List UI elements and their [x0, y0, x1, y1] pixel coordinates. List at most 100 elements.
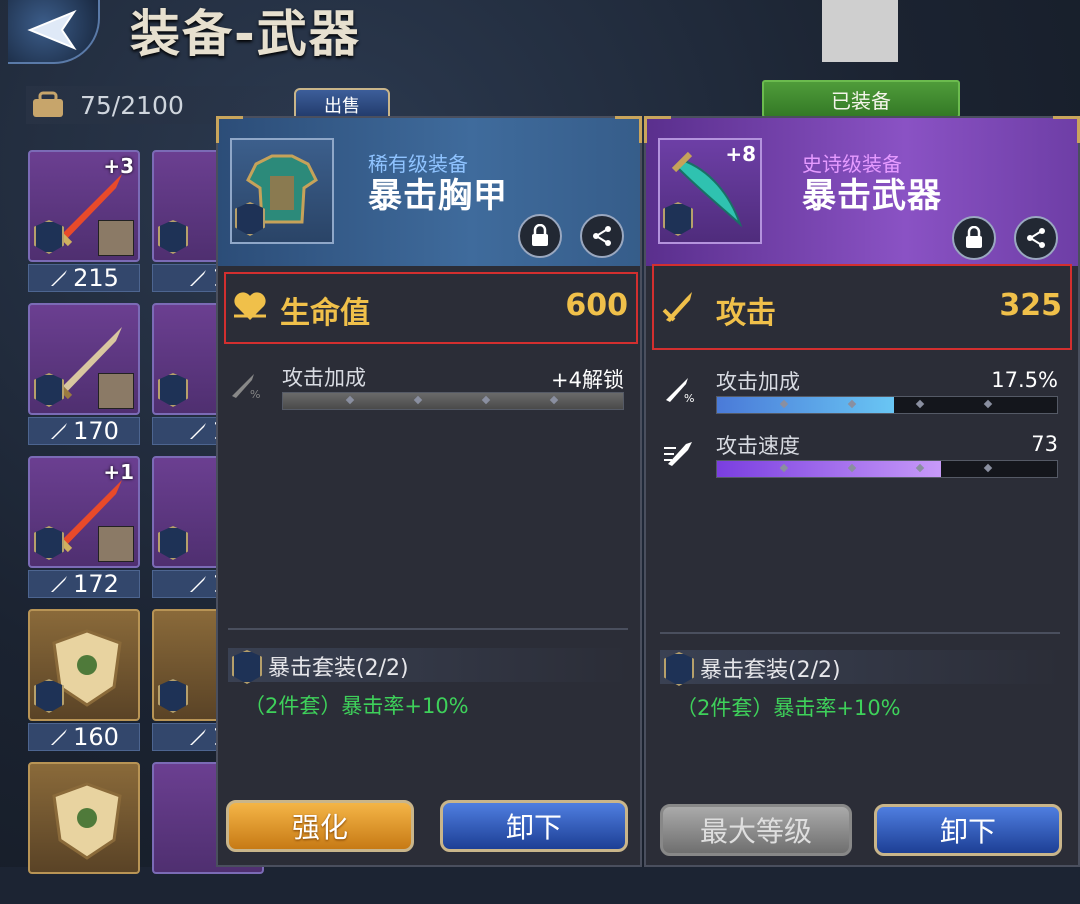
sub-stat-bar — [716, 460, 1058, 478]
item-detail-panel-right: +8 史诗级装备 暴击武器 攻击 325 % 攻击加成 17.5% 攻击速度 7… — [644, 116, 1080, 867]
bar-tick — [915, 399, 925, 409]
panel-header: +8 史诗级装备 暴击武器 — [644, 116, 1080, 266]
set-row: 暴击套装(2/2) — [228, 648, 628, 684]
unequip-button[interactable]: 卸下 — [874, 804, 1062, 856]
sub-stat-value: 17.5% — [991, 368, 1058, 392]
share-button[interactable] — [580, 214, 624, 258]
set-bonus: （2件套）暴击率+10% — [244, 694, 469, 718]
attack-icon — [51, 423, 68, 439]
sub-stat-value: +4解锁 — [551, 368, 624, 392]
inventory-slot[interactable]: 160 — [28, 609, 140, 751]
back-arrow-icon — [27, 9, 77, 51]
main-stat-value: 325 — [999, 288, 1062, 323]
item-level: +1 — [103, 460, 134, 484]
attack-icon — [190, 576, 207, 592]
set-badge-icon — [664, 652, 694, 686]
main-stat-label: 生命值 — [280, 296, 370, 331]
item-level: +8 — [725, 142, 756, 166]
type-badge-icon — [158, 373, 188, 407]
set-name: 暴击套装(2/2) — [700, 658, 841, 683]
divider — [228, 628, 628, 630]
type-badge-icon — [158, 679, 188, 713]
inventory-slot[interactable]: +3 215 — [28, 150, 140, 292]
item-power: 160 — [28, 723, 140, 751]
main-stat-row: 攻击 325 — [652, 264, 1072, 350]
share-icon — [1027, 228, 1045, 248]
inventory-slot[interactable]: +1 172 — [28, 456, 140, 598]
page-title: 装备-武器 — [130, 5, 361, 63]
item-portrait — [230, 138, 334, 244]
corner-ornament — [1053, 116, 1080, 143]
lock-button[interactable] — [952, 216, 996, 260]
item-detail-panel-left: 稀有级装备 暴击胸甲 生命值 600 % 攻击加成 +4解锁 暴击套装(2/2)… — [216, 116, 642, 867]
hero-avatar — [98, 526, 134, 562]
unequip-button[interactable]: 卸下 — [440, 800, 628, 852]
set-bonus: （2件套）暴击率+10% — [676, 696, 901, 720]
sub-stat-bar-fill — [283, 393, 623, 409]
type-badge-icon — [158, 220, 188, 254]
item-power: 215 — [28, 264, 140, 292]
hero-avatar — [98, 220, 134, 256]
equipped-tag: 已装备 — [762, 80, 960, 118]
attack-icon — [51, 270, 68, 286]
item-power: 172 — [28, 570, 140, 598]
hero-avatar — [98, 373, 134, 409]
shield-icon — [52, 782, 122, 860]
item-card — [28, 609, 140, 721]
item-card: +1 — [28, 456, 140, 568]
inventory-slot[interactable]: 170 — [28, 303, 140, 445]
sub-stat-bar — [282, 392, 624, 410]
bar-tick — [983, 399, 993, 409]
item-card: +3 — [28, 150, 140, 262]
attack-sword-icon — [662, 292, 692, 322]
inventory-slot[interactable] — [28, 762, 140, 904]
lock-icon — [532, 224, 548, 246]
sub-stat-label: 攻击加成 — [716, 370, 800, 394]
power-value: 215 — [73, 264, 119, 292]
sub-stat-row: % 攻击加成 +4解锁 — [224, 362, 624, 414]
attack-bonus-icon: % — [666, 378, 694, 404]
sub-stat-row: % 攻击加成 17.5% — [658, 366, 1058, 418]
set-row: 暴击套装(2/2) — [660, 650, 1060, 686]
item-portrait: +8 — [658, 138, 762, 244]
power-value: 160 — [73, 723, 119, 751]
svg-text:%: % — [684, 392, 694, 404]
main-stat-label: 攻击 — [716, 296, 776, 331]
sub-stat-label: 攻击加成 — [282, 366, 366, 390]
svg-text:%: % — [250, 388, 260, 400]
sub-stat-bar-fill — [717, 397, 894, 413]
main-stat-value: 600 — [565, 288, 628, 323]
sub-stat-value: 73 — [1031, 432, 1058, 456]
sub-stat-row: 攻击速度 73 — [658, 430, 1058, 482]
attack-speed-icon — [664, 442, 692, 466]
set-badge-icon — [232, 650, 262, 684]
type-badge-icon — [158, 526, 188, 560]
panel-header: 稀有级装备 暴击胸甲 — [216, 116, 642, 266]
sub-stat-bar — [716, 396, 1058, 414]
main-stat-row: 生命值 600 — [224, 272, 638, 344]
corner-ornament — [615, 116, 642, 143]
lock-button[interactable] — [518, 214, 562, 258]
bag-count: 75/2100 — [80, 90, 184, 120]
lock-icon — [966, 226, 982, 248]
share-icon — [593, 226, 611, 246]
upgrade-button[interactable]: 强化 — [226, 800, 414, 852]
share-button[interactable] — [1014, 216, 1058, 260]
health-heart-icon — [234, 292, 266, 320]
item-card — [28, 303, 140, 415]
item-card — [28, 762, 140, 874]
attack-icon — [190, 423, 207, 439]
placeholder-block — [822, 0, 898, 62]
item-name: 暴击胸甲 — [368, 176, 508, 216]
attack-icon — [51, 729, 68, 745]
max-level-button[interactable]: 最大等级 — [660, 804, 852, 856]
item-power: 170 — [28, 417, 140, 445]
attack-bonus-icon: % — [232, 374, 260, 400]
bar-tick — [983, 463, 993, 473]
bag-icon — [33, 91, 63, 117]
item-level: +3 — [103, 154, 134, 178]
attack-icon — [51, 576, 68, 592]
power-value: 172 — [73, 570, 119, 598]
attack-icon — [190, 270, 207, 286]
attack-icon — [190, 729, 207, 745]
